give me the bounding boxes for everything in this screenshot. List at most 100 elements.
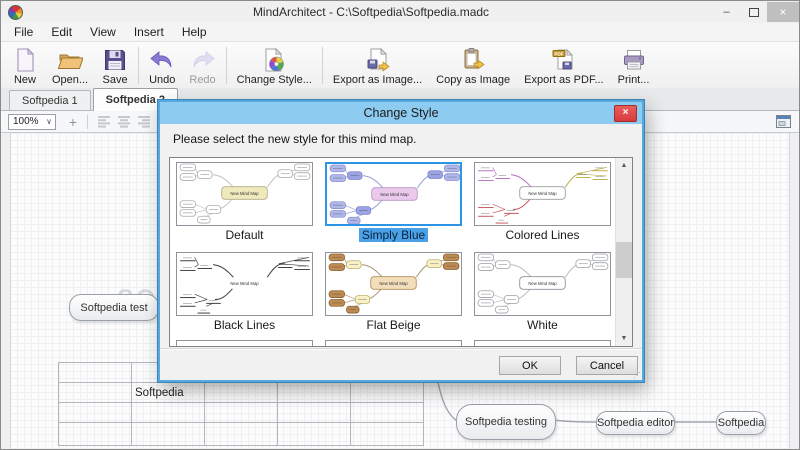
table-cell[interactable] xyxy=(278,423,351,446)
align-left-icon[interactable] xyxy=(94,114,114,130)
style-option-partial[interactable] xyxy=(176,340,313,347)
style-label-default: Default xyxy=(170,228,319,242)
cancel-button[interactable]: Cancel xyxy=(576,356,638,375)
maximize-button[interactable] xyxy=(740,2,767,22)
style-label-simply-blue: Simply Blue xyxy=(319,228,468,242)
dialog-resize-grip[interactable]: ⋰ xyxy=(633,372,641,380)
table-cell[interactable] xyxy=(205,423,278,446)
table-cell[interactable] xyxy=(59,363,132,383)
toolbar-new-button[interactable]: New xyxy=(5,43,45,88)
table-cell[interactable]: Softpedia xyxy=(132,383,205,403)
toolbar-button-label: Undo xyxy=(149,74,175,86)
svg-text:New Mind Map: New Mind Map xyxy=(230,191,259,196)
toolbar-redo-button[interactable]: Redo xyxy=(182,43,222,88)
zoom-level-value: 100% xyxy=(13,116,39,127)
table-cell[interactable] xyxy=(132,423,205,446)
toolbar-button-label: Open... xyxy=(52,74,88,86)
toolbar-print-button[interactable]: Print... xyxy=(611,43,657,88)
export-image-icon xyxy=(365,46,391,73)
menu-edit[interactable]: Edit xyxy=(42,23,81,41)
list-scrollbar[interactable]: ▲ ▼ xyxy=(615,158,632,346)
undo-icon xyxy=(149,46,175,73)
svg-text:New Mind Map: New Mind Map xyxy=(379,281,408,286)
dialog-titlebar[interactable]: Change Style xyxy=(160,102,642,124)
print-icon xyxy=(621,46,647,73)
mindarchitect-window: MindArchitect - C:\Softpedia\Softpedia.m… xyxy=(0,0,800,450)
copy-image-icon xyxy=(460,46,486,73)
table-cell[interactable] xyxy=(278,403,351,423)
table-cell[interactable] xyxy=(59,403,132,423)
toolbar-copy-as-image-button[interactable]: Copy as Image xyxy=(429,43,517,88)
tab-softpedia-1[interactable]: Softpedia 1 xyxy=(9,90,91,110)
toolbar-save-button[interactable]: Save xyxy=(95,43,135,88)
chevron-down-icon: ∨ xyxy=(46,117,55,126)
align-right-icon[interactable] xyxy=(134,114,154,130)
table-cell[interactable] xyxy=(278,383,351,403)
minimize-button[interactable]: – xyxy=(713,2,740,22)
mindmap-node-softpedia-testing[interactable]: Softpedia testing xyxy=(456,404,556,440)
overview-panel-button[interactable] xyxy=(775,114,792,129)
window-titlebar: MindArchitect - C:\Softpedia\Softpedia.m… xyxy=(1,1,799,23)
style-option-flat-beige[interactable]: New Mind Map xyxy=(325,252,462,316)
table-cell[interactable] xyxy=(351,403,424,423)
style-option-white[interactable]: New Mind Map xyxy=(474,252,611,316)
add-topic-button[interactable]: + xyxy=(65,114,81,130)
menu-view[interactable]: View xyxy=(81,23,125,41)
align-center-icon[interactable] xyxy=(114,114,134,130)
toolbar-button-label: Print... xyxy=(618,74,650,86)
table-cell[interactable] xyxy=(132,403,205,423)
table-cell[interactable] xyxy=(205,383,278,403)
style-option-colored-lines[interactable]: New Mind Map xyxy=(474,162,611,226)
toolbar-separator xyxy=(226,47,227,84)
toolbar-undo-button[interactable]: Undo xyxy=(142,43,182,88)
style-option-default[interactable]: New Mind Map xyxy=(176,162,313,226)
menu-insert[interactable]: Insert xyxy=(125,23,173,41)
main-toolbar: New Open... Save Undo Redo Change Style... Exp… xyxy=(1,42,799,89)
toolbar-separator xyxy=(87,115,88,129)
toolbar-separator xyxy=(322,47,323,84)
toolbar-button-label: Redo xyxy=(189,74,215,86)
svg-text:New Mind Map: New Mind Map xyxy=(528,191,557,196)
change-style-icon xyxy=(261,46,287,73)
toolbar-button-label: Change Style... xyxy=(237,74,312,86)
toolbar-export-as-image-button[interactable]: Export as Image... xyxy=(326,43,429,88)
style-option-partial[interactable] xyxy=(325,340,462,347)
toolbar-button-label: New xyxy=(14,74,36,86)
toolbar-button-label: Export as PDF... xyxy=(524,74,603,86)
zoom-level-combobox[interactable]: 100% ∨ xyxy=(8,114,56,130)
toolbar-export-as-pdf-button[interactable]: PDFExport as PDF... xyxy=(517,43,610,88)
table-cell[interactable] xyxy=(351,423,424,446)
style-option-black-lines[interactable]: New Mind Map xyxy=(176,252,313,316)
toolbar-open-button[interactable]: Open... xyxy=(45,43,95,88)
style-option-partial[interactable] xyxy=(474,340,611,347)
mindmap-node-softpedia-test[interactable]: Softpedia test xyxy=(69,294,159,321)
scroll-up-icon[interactable]: ▲ xyxy=(616,158,632,173)
table-cell[interactable] xyxy=(205,403,278,423)
mindmap-node-softpedia-editor[interactable]: Softpedia editor xyxy=(596,411,675,435)
mindmap-node-softpedia[interactable]: Softpedia xyxy=(716,411,766,435)
dialog-close-button[interactable]: × xyxy=(614,105,637,122)
menu-help[interactable]: Help xyxy=(173,23,216,41)
ok-button[interactable]: OK xyxy=(499,356,561,375)
table-cell[interactable] xyxy=(59,423,132,446)
table-cell[interactable] xyxy=(59,383,132,403)
style-option-simply-blue[interactable]: New Mind Map xyxy=(325,162,462,226)
window-controls: –× xyxy=(713,1,799,23)
table-cell[interactable] xyxy=(351,383,424,403)
scrollbar-thumb[interactable] xyxy=(616,242,632,278)
toolbar-change-style-button[interactable]: Change Style... xyxy=(230,43,319,88)
dialog-instruction-text: Please select the new style for this min… xyxy=(173,132,416,146)
toolbar-separator xyxy=(138,47,139,84)
scroll-down-icon[interactable]: ▼ xyxy=(616,331,632,346)
menu-bar: FileEditViewInsertHelp xyxy=(1,23,799,42)
toolbar-button-label: Export as Image... xyxy=(333,74,422,86)
menu-file[interactable]: File xyxy=(5,23,42,41)
svg-text:New Mind Map: New Mind Map xyxy=(380,192,409,197)
open-folder-icon xyxy=(57,46,83,73)
style-label-flat-beige: Flat Beige xyxy=(319,318,468,332)
style-label-black-lines: Black Lines xyxy=(170,318,319,332)
close-button[interactable]: × xyxy=(767,2,799,22)
style-label-white: White xyxy=(468,318,617,332)
toolbar-button-label: Save xyxy=(103,74,128,86)
maximize-icon xyxy=(749,8,759,17)
